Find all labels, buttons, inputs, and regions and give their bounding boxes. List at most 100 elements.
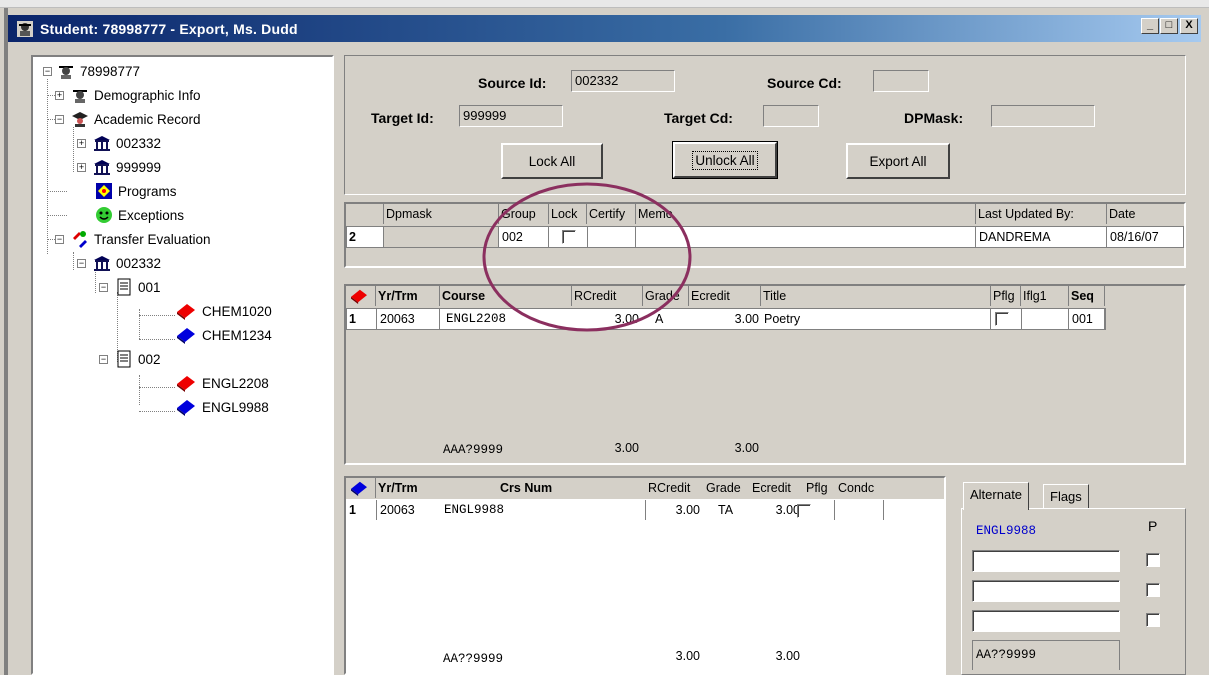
footer-ecredit: 3.00 <box>775 649 800 663</box>
tree-collapse-toggle[interactable]: − <box>77 259 86 268</box>
column-header[interactable]: Pflg <box>991 286 1021 306</box>
tab-alternate[interactable]: Alternate <box>963 482 1030 510</box>
tree-item-group[interactable]: 001 <box>115 277 161 297</box>
footer-rcredit: 3.00 <box>675 649 700 663</box>
tree-collapse-toggle[interactable]: − <box>55 235 64 244</box>
tree-item-root[interactable]: 78998777 <box>57 61 140 81</box>
p-column-label: P <box>1148 518 1158 534</box>
yrtrm-cell[interactable]: 20063 <box>376 500 440 520</box>
row-number: 2 <box>346 227 384 247</box>
pflg-checkbox[interactable] <box>995 312 1009 326</box>
alternate-input-3[interactable] <box>972 610 1120 632</box>
target-id-field[interactable]: 999999 <box>459 105 563 127</box>
rcredit-cell[interactable]: 3.00 <box>646 500 704 520</box>
pflg-checkbox[interactable] <box>797 504 811 518</box>
tree-item-institution[interactable]: 999999 <box>93 157 161 177</box>
alternate-input-1[interactable] <box>972 550 1120 572</box>
column-header[interactable]: Date <box>1107 204 1184 224</box>
date-cell[interactable]: 08/16/07 <box>1107 227 1184 247</box>
tree-collapse-toggle[interactable]: − <box>99 355 108 364</box>
column-header[interactable]: Yr/Trm <box>376 478 440 498</box>
tree-label: Exceptions <box>118 207 185 223</box>
maximize-button[interactable]: □ <box>1160 18 1178 34</box>
highlight-circle <box>482 182 692 332</box>
alternate-course: ENGL9988 <box>976 524 1037 538</box>
column-header[interactable]: Pflg <box>804 478 836 498</box>
source-cd-field[interactable] <box>873 70 929 92</box>
p-checkbox-1[interactable] <box>1146 553 1160 567</box>
close-button[interactable]: X <box>1180 18 1198 34</box>
yrtrm-cell[interactable]: 20063 <box>376 309 440 329</box>
title-bar[interactable]: Student: 78998777 - Export, Ms. Dudd _ □… <box>8 15 1201 42</box>
tree-item-demographic[interactable]: Demographic Info <box>71 85 201 105</box>
p-checkbox-2[interactable] <box>1146 583 1160 597</box>
title-cell[interactable]: Poetry <box>761 309 991 329</box>
tree-label: 002332 <box>116 135 162 151</box>
window-title: Student: 78998777 - Export, Ms. Dudd <box>40 20 298 37</box>
ecredit-cell[interactable]: 3.00 <box>750 500 804 520</box>
tree-label: CHEM1234 <box>202 327 272 343</box>
footer-mask: AAA?9999 <box>443 443 504 457</box>
column-header[interactable]: Yr/Trm <box>376 286 440 306</box>
target-course-grid[interactable]: Yr/Trm Crs Num RCredit Grade Ecredit Pfl… <box>344 476 946 675</box>
tree-item-programs[interactable]: Programs <box>95 181 177 201</box>
footer-ecredit: 3.00 <box>734 441 759 455</box>
tree-item-course[interactable]: ENGL9988 <box>175 397 269 417</box>
minimize-button[interactable]: _ <box>1141 18 1159 34</box>
export-all-button[interactable]: Export All <box>846 143 950 179</box>
blue-book-icon <box>351 481 367 496</box>
tree-expand-toggle[interactable]: + <box>77 139 86 148</box>
target-cd-label: Target Cd: <box>664 110 733 126</box>
column-header[interactable]: Condc <box>836 478 886 498</box>
tree-label: ENGL2208 <box>202 375 269 391</box>
tree-item-course[interactable]: ENGL2208 <box>175 373 269 393</box>
tree-expand-toggle[interactable]: + <box>55 91 64 100</box>
iflg1-cell[interactable] <box>1021 309 1069 329</box>
tree-item-academic[interactable]: Academic Record <box>71 109 201 129</box>
tree-item-course[interactable]: CHEM1020 <box>175 301 272 321</box>
seq-cell[interactable]: 001 <box>1069 309 1105 329</box>
crsnum-cell[interactable]: ENGL9988 <box>440 500 646 520</box>
tree-item-group[interactable]: 002 <box>115 349 161 369</box>
tree-label: 78998777 <box>80 63 141 79</box>
p-checkbox-3[interactable] <box>1146 613 1160 627</box>
tab-flags[interactable]: Flags <box>1043 484 1089 508</box>
target-cd-field[interactable] <box>763 105 819 127</box>
graduate-icon <box>72 112 88 127</box>
tree-expand-toggle[interactable]: + <box>77 163 86 172</box>
condc-cell[interactable] <box>834 500 884 520</box>
grid-body[interactable] <box>346 499 944 673</box>
column-header[interactable]: Iflg1 <box>1021 286 1069 306</box>
column-header[interactable]: Last Updated By: <box>976 204 1107 224</box>
column-header[interactable]: Crs Num <box>440 478 640 498</box>
tree-item-exceptions[interactable]: Exceptions <box>95 205 184 225</box>
red-book-icon <box>351 289 367 304</box>
tree-label: Programs <box>118 183 177 199</box>
footer-rcredit: 3.00 <box>614 441 639 455</box>
column-header[interactable]: Grade <box>704 478 750 498</box>
column-header[interactable]: Ecredit <box>750 478 804 498</box>
programs-icon <box>96 183 112 199</box>
source-id-field[interactable]: 002332 <box>571 70 675 92</box>
dpmask-field[interactable] <box>991 105 1095 127</box>
last-updated-cell[interactable]: DANDREMA <box>976 227 1107 247</box>
smiley-icon <box>96 207 112 223</box>
blue-book-icon <box>177 328 195 344</box>
tree-item-transfer[interactable]: Transfer Evaluation <box>71 229 211 249</box>
column-header[interactable]: Seq <box>1069 286 1105 306</box>
button-label: Export All <box>869 153 927 169</box>
alternate-input-2[interactable] <box>972 580 1120 602</box>
tree-collapse-toggle[interactable]: − <box>43 67 52 76</box>
tree-collapse-toggle[interactable]: − <box>99 283 108 292</box>
grade-cell[interactable]: TA <box>704 500 750 520</box>
blue-book-icon <box>177 400 195 416</box>
row-number: 1 <box>349 312 356 326</box>
tree-item-institution[interactable]: 002332 <box>93 253 161 273</box>
tree-item-course[interactable]: CHEM1234 <box>175 325 272 345</box>
navigation-tree[interactable]: − 78998777 + Demographic Info − Academic… <box>31 55 334 675</box>
transfer-icon <box>73 231 87 248</box>
column-header[interactable]: RCredit <box>646 478 704 498</box>
tree-item-institution[interactable]: 002332 <box>93 133 161 153</box>
tree-collapse-toggle[interactable]: − <box>55 115 64 124</box>
column-header[interactable]: Title <box>761 286 991 306</box>
